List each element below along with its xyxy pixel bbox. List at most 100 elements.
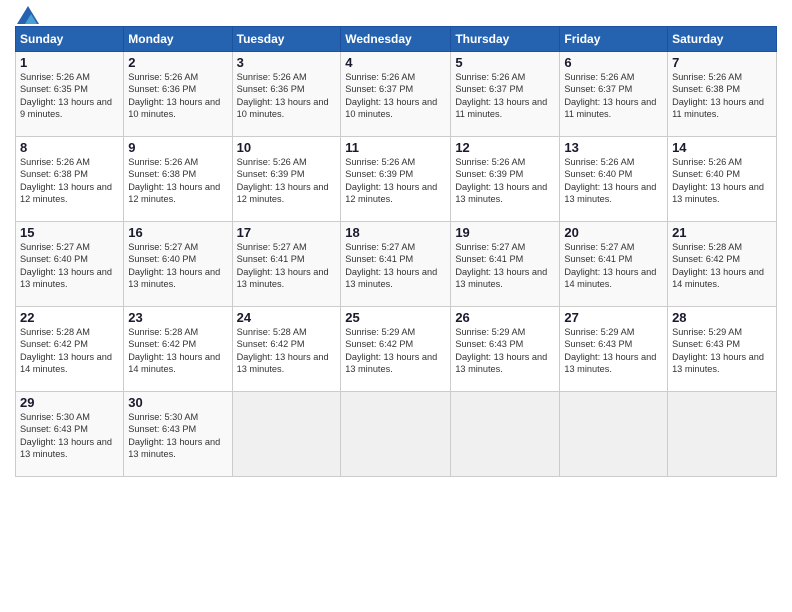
day-number: 24	[237, 310, 337, 325]
day-number: 20	[564, 225, 663, 240]
calendar-header-row: Sunday Monday Tuesday Wednesday Thursday…	[16, 27, 777, 52]
day-info: Sunrise: 5:29 AMSunset: 6:42 PMDaylight:…	[345, 327, 437, 374]
calendar-cell	[232, 392, 341, 477]
calendar-cell: 26 Sunrise: 5:29 AMSunset: 6:43 PMDaylig…	[451, 307, 560, 392]
day-info: Sunrise: 5:29 AMSunset: 6:43 PMDaylight:…	[672, 327, 764, 374]
day-info: Sunrise: 5:27 AMSunset: 6:41 PMDaylight:…	[564, 242, 656, 289]
calendar-cell: 22 Sunrise: 5:28 AMSunset: 6:42 PMDaylig…	[16, 307, 124, 392]
calendar-cell: 11 Sunrise: 5:26 AMSunset: 6:39 PMDaylig…	[341, 137, 451, 222]
calendar-cell: 21 Sunrise: 5:28 AMSunset: 6:42 PMDaylig…	[668, 222, 777, 307]
col-thursday: Thursday	[451, 27, 560, 52]
day-number: 17	[237, 225, 337, 240]
col-wednesday: Wednesday	[341, 27, 451, 52]
calendar-cell: 28 Sunrise: 5:29 AMSunset: 6:43 PMDaylig…	[668, 307, 777, 392]
day-number: 5	[455, 55, 555, 70]
day-info: Sunrise: 5:28 AMSunset: 6:42 PMDaylight:…	[672, 242, 764, 289]
day-info: Sunrise: 5:26 AMSunset: 6:39 PMDaylight:…	[455, 157, 547, 204]
calendar-cell: 23 Sunrise: 5:28 AMSunset: 6:42 PMDaylig…	[124, 307, 232, 392]
day-number: 18	[345, 225, 446, 240]
calendar-cell: 17 Sunrise: 5:27 AMSunset: 6:41 PMDaylig…	[232, 222, 341, 307]
calendar-cell: 7 Sunrise: 5:26 AMSunset: 6:38 PMDayligh…	[668, 52, 777, 137]
day-number: 14	[672, 140, 772, 155]
day-info: Sunrise: 5:27 AMSunset: 6:40 PMDaylight:…	[128, 242, 220, 289]
day-info: Sunrise: 5:26 AMSunset: 6:35 PMDaylight:…	[20, 72, 112, 119]
day-info: Sunrise: 5:26 AMSunset: 6:36 PMDaylight:…	[237, 72, 329, 119]
calendar-cell: 2 Sunrise: 5:26 AMSunset: 6:36 PMDayligh…	[124, 52, 232, 137]
day-info: Sunrise: 5:26 AMSunset: 6:38 PMDaylight:…	[672, 72, 764, 119]
day-info: Sunrise: 5:28 AMSunset: 6:42 PMDaylight:…	[237, 327, 329, 374]
calendar-cell: 10 Sunrise: 5:26 AMSunset: 6:39 PMDaylig…	[232, 137, 341, 222]
day-number: 13	[564, 140, 663, 155]
day-number: 3	[237, 55, 337, 70]
day-info: Sunrise: 5:28 AMSunset: 6:42 PMDaylight:…	[20, 327, 112, 374]
calendar-cell: 18 Sunrise: 5:27 AMSunset: 6:41 PMDaylig…	[341, 222, 451, 307]
col-friday: Friday	[560, 27, 668, 52]
calendar-cell: 8 Sunrise: 5:26 AMSunset: 6:38 PMDayligh…	[16, 137, 124, 222]
day-number: 28	[672, 310, 772, 325]
day-info: Sunrise: 5:27 AMSunset: 6:40 PMDaylight:…	[20, 242, 112, 289]
calendar-cell	[341, 392, 451, 477]
day-info: Sunrise: 5:27 AMSunset: 6:41 PMDaylight:…	[237, 242, 329, 289]
calendar-cell: 15 Sunrise: 5:27 AMSunset: 6:40 PMDaylig…	[16, 222, 124, 307]
day-number: 16	[128, 225, 227, 240]
day-info: Sunrise: 5:26 AMSunset: 6:37 PMDaylight:…	[564, 72, 656, 119]
calendar-cell: 27 Sunrise: 5:29 AMSunset: 6:43 PMDaylig…	[560, 307, 668, 392]
day-info: Sunrise: 5:26 AMSunset: 6:39 PMDaylight:…	[345, 157, 437, 204]
day-number: 7	[672, 55, 772, 70]
day-number: 19	[455, 225, 555, 240]
day-info: Sunrise: 5:26 AMSunset: 6:37 PMDaylight:…	[345, 72, 437, 119]
day-number: 9	[128, 140, 227, 155]
col-tuesday: Tuesday	[232, 27, 341, 52]
logo-icon	[17, 6, 39, 24]
day-number: 21	[672, 225, 772, 240]
day-number: 8	[20, 140, 119, 155]
logo	[15, 10, 39, 18]
day-info: Sunrise: 5:29 AMSunset: 6:43 PMDaylight:…	[564, 327, 656, 374]
day-info: Sunrise: 5:26 AMSunset: 6:38 PMDaylight:…	[128, 157, 220, 204]
col-sunday: Sunday	[16, 27, 124, 52]
calendar-cell	[560, 392, 668, 477]
header	[15, 10, 777, 18]
day-info: Sunrise: 5:30 AMSunset: 6:43 PMDaylight:…	[20, 412, 112, 459]
calendar-cell: 9 Sunrise: 5:26 AMSunset: 6:38 PMDayligh…	[124, 137, 232, 222]
day-info: Sunrise: 5:26 AMSunset: 6:39 PMDaylight:…	[237, 157, 329, 204]
calendar-cell: 5 Sunrise: 5:26 AMSunset: 6:37 PMDayligh…	[451, 52, 560, 137]
day-info: Sunrise: 5:26 AMSunset: 6:40 PMDaylight:…	[672, 157, 764, 204]
day-number: 30	[128, 395, 227, 410]
col-saturday: Saturday	[668, 27, 777, 52]
calendar-cell: 29 Sunrise: 5:30 AMSunset: 6:43 PMDaylig…	[16, 392, 124, 477]
day-info: Sunrise: 5:28 AMSunset: 6:42 PMDaylight:…	[128, 327, 220, 374]
day-number: 10	[237, 140, 337, 155]
calendar-cell: 13 Sunrise: 5:26 AMSunset: 6:40 PMDaylig…	[560, 137, 668, 222]
calendar-cell: 12 Sunrise: 5:26 AMSunset: 6:39 PMDaylig…	[451, 137, 560, 222]
day-info: Sunrise: 5:27 AMSunset: 6:41 PMDaylight:…	[345, 242, 437, 289]
calendar-cell: 14 Sunrise: 5:26 AMSunset: 6:40 PMDaylig…	[668, 137, 777, 222]
day-number: 11	[345, 140, 446, 155]
page: Sunday Monday Tuesday Wednesday Thursday…	[0, 0, 792, 612]
calendar-cell: 6 Sunrise: 5:26 AMSunset: 6:37 PMDayligh…	[560, 52, 668, 137]
calendar-cell: 25 Sunrise: 5:29 AMSunset: 6:42 PMDaylig…	[341, 307, 451, 392]
day-info: Sunrise: 5:26 AMSunset: 6:36 PMDaylight:…	[128, 72, 220, 119]
day-number: 25	[345, 310, 446, 325]
day-number: 29	[20, 395, 119, 410]
day-number: 4	[345, 55, 446, 70]
day-number: 2	[128, 55, 227, 70]
day-info: Sunrise: 5:26 AMSunset: 6:38 PMDaylight:…	[20, 157, 112, 204]
day-info: Sunrise: 5:29 AMSunset: 6:43 PMDaylight:…	[455, 327, 547, 374]
day-info: Sunrise: 5:26 AMSunset: 6:40 PMDaylight:…	[564, 157, 656, 204]
calendar-cell: 1 Sunrise: 5:26 AMSunset: 6:35 PMDayligh…	[16, 52, 124, 137]
day-info: Sunrise: 5:27 AMSunset: 6:41 PMDaylight:…	[455, 242, 547, 289]
day-number: 26	[455, 310, 555, 325]
calendar-cell: 19 Sunrise: 5:27 AMSunset: 6:41 PMDaylig…	[451, 222, 560, 307]
day-number: 22	[20, 310, 119, 325]
calendar-cell	[668, 392, 777, 477]
day-info: Sunrise: 5:26 AMSunset: 6:37 PMDaylight:…	[455, 72, 547, 119]
day-number: 15	[20, 225, 119, 240]
calendar-cell: 30 Sunrise: 5:30 AMSunset: 6:43 PMDaylig…	[124, 392, 232, 477]
calendar-cell: 24 Sunrise: 5:28 AMSunset: 6:42 PMDaylig…	[232, 307, 341, 392]
day-number: 27	[564, 310, 663, 325]
day-number: 12	[455, 140, 555, 155]
calendar-cell	[451, 392, 560, 477]
col-monday: Monday	[124, 27, 232, 52]
day-info: Sunrise: 5:30 AMSunset: 6:43 PMDaylight:…	[128, 412, 220, 459]
